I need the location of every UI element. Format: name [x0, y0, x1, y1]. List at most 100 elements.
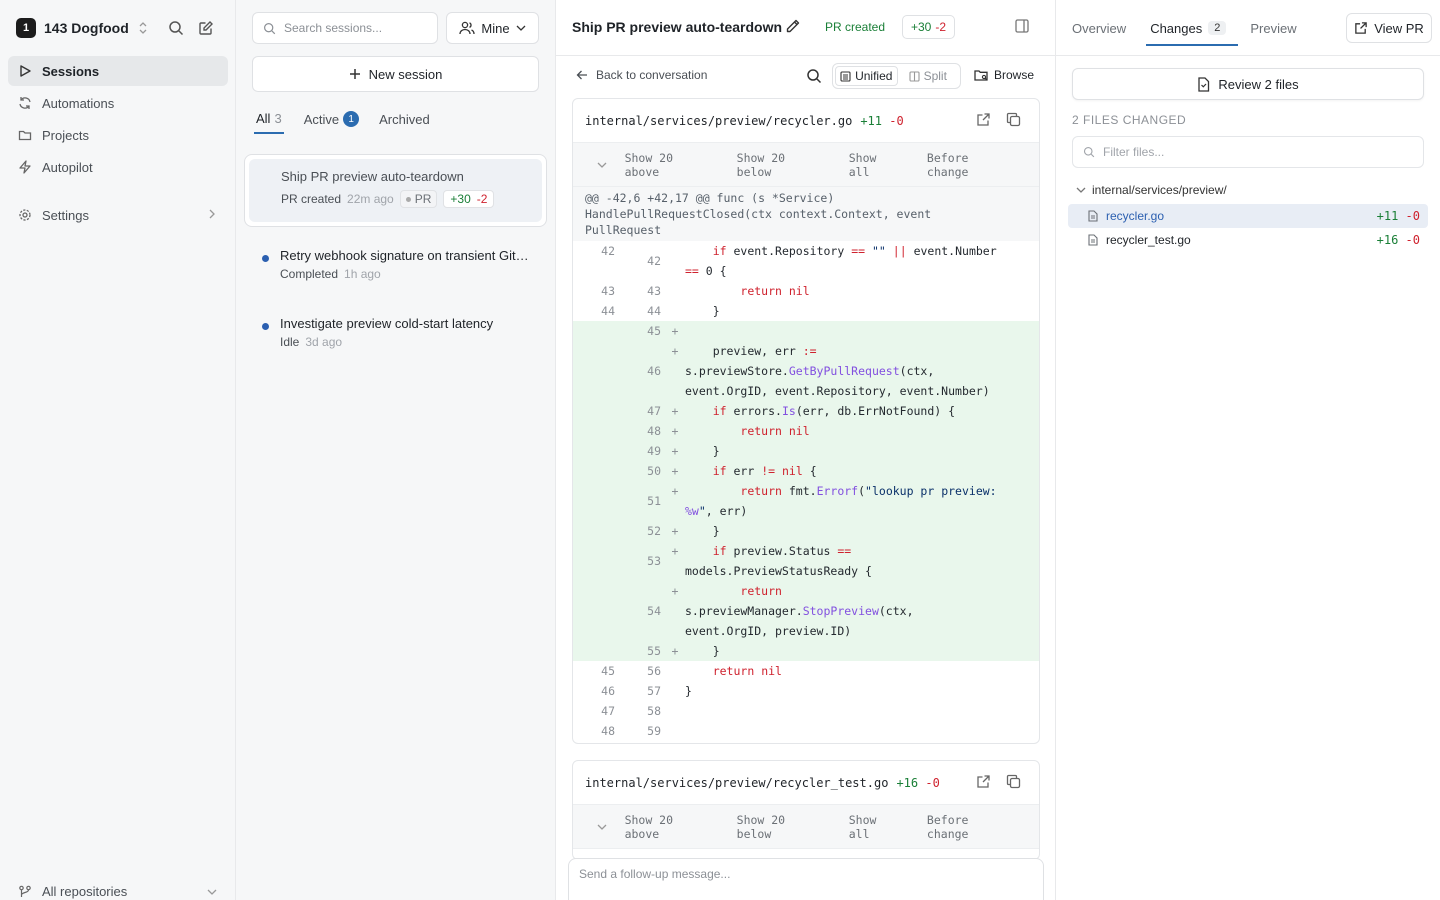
- additions-count: +30: [911, 20, 932, 34]
- before-change-button[interactable]: Before change: [927, 151, 1015, 179]
- chevron-down-icon[interactable]: [597, 161, 617, 169]
- changes-panel: Overview Changes 2 Preview View PR Revie…: [1056, 0, 1440, 900]
- followup-message-input[interactable]: Send a follow-up message...: [568, 858, 1044, 900]
- code-text: }: [685, 304, 720, 318]
- new-session-button[interactable]: New session: [252, 56, 539, 92]
- search-input[interactable]: [284, 21, 424, 35]
- show-above-button[interactable]: Show 20 above: [625, 151, 713, 179]
- deletions-count: -0: [1405, 233, 1420, 247]
- nav-item-label: Autopilot: [42, 159, 93, 175]
- diff-line-context: 46 57}: [573, 681, 1039, 701]
- diff-marker: [665, 721, 685, 741]
- nav-item-automations[interactable]: Automations: [8, 88, 228, 118]
- status-dot: [262, 323, 269, 330]
- diff-marker: [665, 281, 685, 301]
- refresh-icon: [18, 96, 32, 110]
- nav-item-label: Sessions: [42, 63, 100, 79]
- session-time: 3d ago: [305, 335, 343, 349]
- compose-icon[interactable]: [196, 18, 216, 38]
- hunk-header: @@ -42,6 +42,17 @@ func (s *Service) Han…: [573, 187, 1039, 241]
- diff-line-added: 54 + return s.previewManager.StopPreview(…: [573, 581, 1039, 641]
- file-review-icon: [1197, 76, 1210, 92]
- diff-line-added: 47 + if errors.Is(err, db.ErrNotFound) {: [573, 401, 1039, 421]
- owner-filter-dropdown[interactable]: Mine: [446, 12, 539, 44]
- nav-item-settings[interactable]: Settings: [8, 200, 228, 230]
- new-line-number: 47: [647, 404, 661, 418]
- session-item-selected[interactable]: Ship PR preview auto-teardown PR created…: [244, 154, 547, 227]
- split-label: Split: [923, 69, 947, 83]
- folder-icon: [18, 128, 32, 142]
- old-line-number: [573, 401, 619, 421]
- old-line-number: 44: [601, 304, 615, 318]
- tab-active[interactable]: Active 1: [304, 108, 360, 130]
- show-below-button[interactable]: Show 20 below: [737, 151, 825, 179]
- unified-view-button[interactable]: Unified: [835, 66, 898, 86]
- arrow-left-icon: [576, 69, 588, 81]
- tree-file-item[interactable]: recycler_test.go +16 -0: [1068, 228, 1428, 252]
- back-label: Back to conversation: [596, 68, 708, 82]
- show-all-button[interactable]: Show all: [849, 151, 903, 179]
- new-line-number: 51: [647, 494, 661, 508]
- session-time: 22m ago: [347, 192, 394, 206]
- tab-label: Overview: [1072, 20, 1127, 36]
- new-line-number: 43: [647, 284, 661, 298]
- before-change-button[interactable]: Before change: [927, 813, 1015, 841]
- review-files-button[interactable]: Review 2 files: [1072, 68, 1424, 100]
- copy-icon[interactable]: [1006, 112, 1021, 127]
- nav-item-projects[interactable]: Projects: [8, 120, 228, 150]
- search-icon[interactable]: [806, 68, 822, 84]
- new-line-number: 46: [647, 364, 661, 378]
- session-search[interactable]: [252, 12, 438, 44]
- tree-directory[interactable]: internal/services/preview/: [1076, 183, 1227, 197]
- chevron-down-icon[interactable]: [597, 823, 617, 831]
- session-item[interactable]: Retry webhook signature on transient Git…: [244, 236, 547, 294]
- diff-marker: +: [671, 584, 679, 598]
- repository-selector[interactable]: All repositories: [18, 884, 217, 899]
- pencil-icon[interactable]: [785, 18, 801, 34]
- diff-file-header: internal/services/preview/recycler_test.…: [573, 761, 1039, 805]
- filter-files-input[interactable]: [1103, 145, 1403, 159]
- panel-toggle-icon[interactable]: [1014, 18, 1030, 34]
- nav-item-sessions[interactable]: Sessions: [8, 56, 228, 86]
- new-line-number: 56: [647, 664, 661, 678]
- new-line-number: 44: [647, 304, 661, 318]
- nav-item-autopilot[interactable]: Autopilot: [8, 152, 228, 182]
- left-nav: 1 143 Dogfood Sessions Automations Proje…: [0, 0, 236, 900]
- workspace-switcher[interactable]: 1 143 Dogfood: [16, 17, 149, 39]
- play-icon: [18, 64, 32, 78]
- search-icon[interactable]: [166, 18, 186, 38]
- external-link-icon[interactable]: [976, 774, 991, 789]
- code-text: preview, err := s.previewStore.GetByPull…: [685, 344, 990, 398]
- tree-file-item[interactable]: recycler.go +11 -0: [1068, 204, 1428, 228]
- show-above-button[interactable]: Show 20 above: [625, 813, 713, 841]
- code-text: return nil: [740, 284, 810, 298]
- split-view-button[interactable]: Split: [898, 66, 959, 86]
- session-item[interactable]: Investigate preview cold-start latency I…: [244, 304, 547, 362]
- back-to-conversation-link[interactable]: Back to conversation: [576, 68, 707, 82]
- diff-line-added: 51 + return fmt.Errorf("lookup pr preview…: [573, 481, 1039, 521]
- additions-count: +11: [860, 113, 882, 128]
- chevron-down-icon: [1076, 186, 1086, 194]
- show-all-button[interactable]: Show all: [849, 813, 903, 841]
- old-line-number: 42: [601, 244, 615, 258]
- tab-archived[interactable]: Archived: [379, 108, 430, 130]
- diff-marker: +: [671, 444, 679, 458]
- chevron-updown-icon: [137, 21, 149, 35]
- file-filter[interactable]: [1072, 136, 1424, 168]
- browse-button[interactable]: Browse: [974, 68, 1034, 82]
- pr-badge-label: PR: [414, 192, 432, 206]
- tab-all[interactable]: All 3: [254, 108, 284, 134]
- nav-item-label: Settings: [42, 207, 89, 223]
- search-icon: [263, 22, 276, 35]
- view-pr-button[interactable]: View PR: [1346, 13, 1432, 43]
- show-below-button[interactable]: Show 20 below: [737, 813, 825, 841]
- new-line-number: 55: [647, 644, 661, 658]
- tab-overview[interactable]: Overview: [1072, 0, 1142, 56]
- external-link-icon[interactable]: [976, 112, 991, 127]
- diff-line-added: 46 + preview, err := s.previewStore.GetBy…: [573, 341, 1039, 401]
- deletions-count: -2: [476, 192, 488, 206]
- copy-icon[interactable]: [1006, 774, 1021, 789]
- tab-changes[interactable]: Changes 2: [1146, 0, 1239, 56]
- tab-preview[interactable]: Preview: [1238, 0, 1312, 56]
